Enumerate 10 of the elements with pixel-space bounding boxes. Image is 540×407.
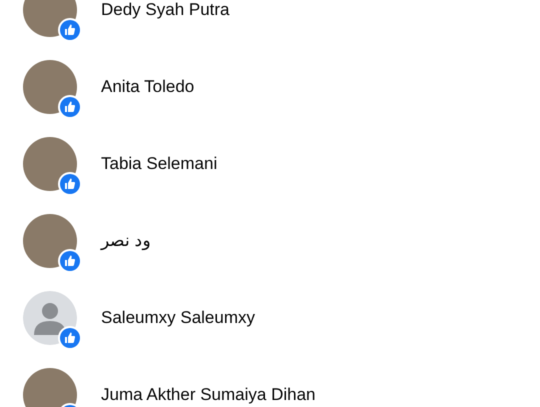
person-name[interactable]: Tabia Selemani bbox=[101, 154, 218, 174]
person-name[interactable]: Juma Akther Sumaiya Dihan bbox=[101, 384, 316, 404]
avatar-photo-placeholder[interactable] bbox=[23, 60, 77, 114]
person-name[interactable]: Dedy Syah Putra bbox=[101, 0, 230, 20]
person-name[interactable]: Anita Toledo bbox=[101, 76, 194, 96]
avatar-photo-placeholder[interactable] bbox=[23, 368, 77, 407]
person-name[interactable]: Saleumxy Saleumxy bbox=[101, 308, 256, 328]
avatar-photo-placeholder[interactable] bbox=[23, 136, 77, 190]
avatar-photo-placeholder[interactable] bbox=[23, 214, 77, 268]
person-name[interactable]: ود نصر bbox=[101, 230, 151, 250]
